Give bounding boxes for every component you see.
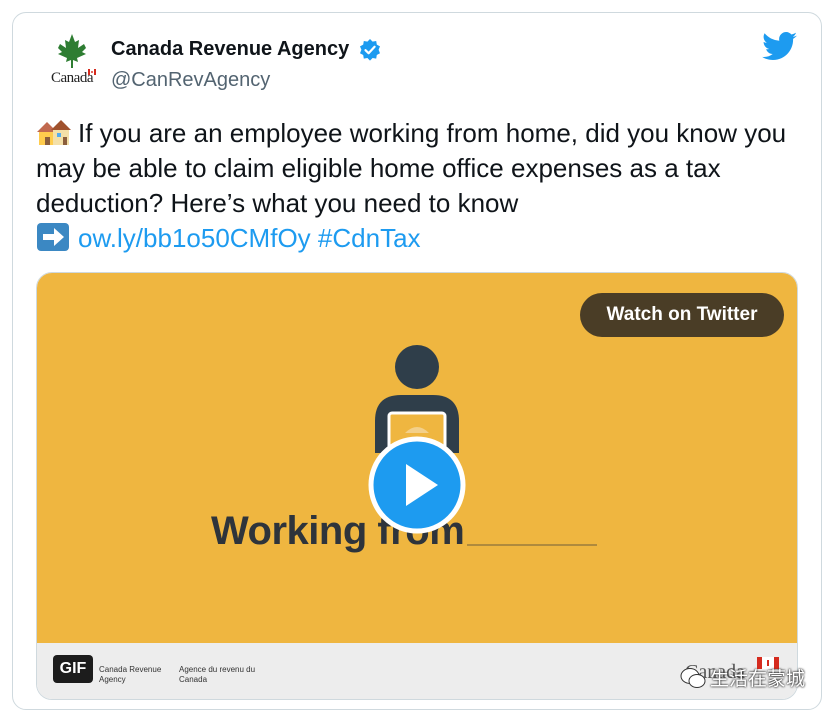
- flag-icon: [88, 69, 96, 75]
- signature-en: Canada Revenue Agency: [99, 665, 162, 684]
- watermark: 生活在蒙城: [680, 664, 805, 691]
- gif-badge: GIF: [53, 655, 93, 683]
- tweet-text: If you are an employee working from home…: [36, 118, 787, 218]
- maple-leaf-icon: [58, 34, 86, 68]
- verified-badge-icon: [360, 39, 380, 61]
- account-name[interactable]: Canada Revenue Agency: [111, 38, 349, 61]
- right-arrow-emoji-icon: [37, 223, 69, 251]
- canada-logo[interactable]: Canada: [44, 32, 100, 90]
- watch-on-twitter-button[interactable]: Watch on Twitter: [580, 293, 784, 337]
- houses-emoji-icon: [37, 120, 71, 145]
- account-handle[interactable]: @CanRevAgency: [111, 69, 270, 92]
- tweet-link[interactable]: ow.ly/bb1o50CMfOy: [78, 223, 311, 253]
- watermark-text: 生活在蒙城: [710, 669, 806, 690]
- signature-fr: Agence du revenu du Canada: [179, 665, 256, 684]
- wechat-icon: [680, 667, 706, 688]
- play-button-icon[interactable]: [368, 436, 466, 534]
- video-card[interactable]: Watch on Twitter Working from GIF Canada…: [36, 272, 798, 700]
- tweet-hashtag[interactable]: #CdnTax: [318, 223, 421, 253]
- twitter-bird-icon[interactable]: [762, 32, 798, 62]
- tweet-body: If you are an employee working from home…: [36, 116, 806, 256]
- video-divider: [467, 544, 597, 546]
- video-player[interactable]: Watch on Twitter Working from: [37, 273, 797, 643]
